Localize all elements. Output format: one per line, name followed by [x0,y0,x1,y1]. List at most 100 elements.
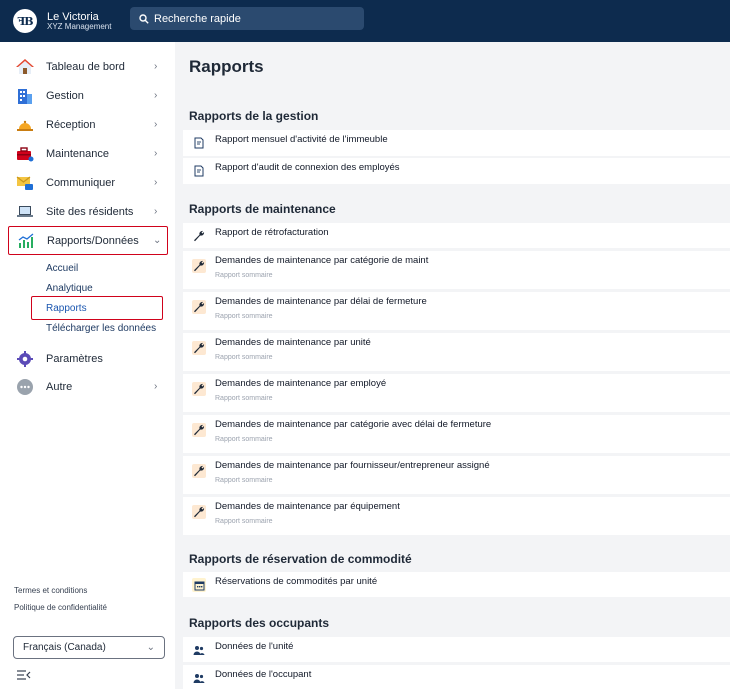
report-title: Demandes de maintenance par catégorie av… [215,419,492,430]
sidebar-item-site-residents[interactable]: Site des résidents › [8,198,168,225]
sidebar-item-label: Réception [46,118,96,131]
privacy-link[interactable]: Politique de confidentialité [14,603,107,612]
report-title: Réservations de commodités par unité [215,576,378,587]
language-select[interactable]: Français (Canada) ⌄ [13,636,165,659]
chart-icon [15,230,37,252]
report-title: Demandes de maintenance par unité [215,337,371,348]
report-subtitle: Rapport sommaire [215,436,273,443]
sidebar-item-reception[interactable]: Réception › [8,111,168,138]
sidebar-item-gestion[interactable]: Gestion › [8,82,168,109]
sidebar-item-label: Maintenance [46,147,109,160]
more-icon [14,376,36,398]
wrench-icon [192,259,206,273]
service-bell-icon [14,114,36,136]
report-row[interactable]: Données de l'occupant [183,665,730,689]
report-title: Données de l'unité [215,641,294,652]
language-value: Français (Canada) [23,642,106,653]
chevron-right-icon: › [154,90,158,101]
report-row[interactable]: Demandes de maintenance par fournisseur/… [183,456,730,494]
brand-subtitle: XYZ Management [47,21,112,31]
document-edit-icon [192,136,206,150]
terms-link[interactable]: Termes et conditions [14,586,87,595]
logo[interactable]: ꟻB [13,9,37,33]
toolbox-icon [14,143,36,165]
report-subtitle: Rapport sommaire [215,518,273,525]
report-row[interactable]: Demandes de maintenance par délai de fer… [183,292,730,330]
report-row[interactable]: Données de l'unité [183,637,730,662]
gear-icon [14,348,36,370]
section-title: Rapports de réservation de commodité [189,552,412,566]
subitem-rapports[interactable]: Rapports [31,296,163,320]
report-subtitle: Rapport sommaire [215,272,273,279]
report-subtitle: Rapport sommaire [215,354,273,361]
chevron-right-icon: › [154,381,158,392]
report-row[interactable]: Rapport d'audit de connexion des employé… [183,158,730,184]
sidebar-item-label: Autre [46,380,73,393]
chevron-right-icon: › [154,206,158,217]
laptop-icon [14,201,36,223]
wrench-icon [192,341,206,355]
sidebar-item-rapports[interactable]: Rapports/Données ⌄ [8,226,168,255]
wrench-icon [192,382,206,396]
report-title: Demandes de maintenance par catégorie de… [215,255,429,266]
section-title: Rapports des occupants [189,616,330,630]
search-placeholder: Recherche rapide [154,12,241,25]
report-row[interactable]: Réservations de commodités par unité [183,572,730,597]
report-title: Demandes de maintenance par employé [215,378,387,389]
search-icon [139,13,149,24]
report-row[interactable]: Rapport de rétrofacturation [183,223,730,248]
wrench-icon [192,229,206,243]
report-subtitle: Rapport sommaire [215,477,273,484]
sidebar-item-label: Rapports/Données [47,234,139,247]
main-content: Rapports Rapports de la gestion Rapport … [175,42,730,689]
sidebar-item-label: Communiquer [46,176,116,189]
sidebar-item-label: Paramètres [46,352,103,365]
sidebar-item-label: Gestion [46,89,84,102]
brand[interactable]: Le Victoria XYZ Management [47,11,111,32]
report-row[interactable]: Demandes de maintenance par employé Rapp… [183,374,730,412]
sidebar-item-maintenance[interactable]: Maintenance › [8,140,168,167]
page-title: Rapports [189,57,264,76]
search-input[interactable]: Recherche rapide [130,7,364,30]
subitem-analytique[interactable]: Analytique [46,283,93,294]
sidebar: Tableau de bord › Gestion › Réception › … [0,42,175,689]
wrench-icon [192,464,206,478]
people-icon [192,643,206,657]
chevron-right-icon: › [154,148,158,159]
sidebar-item-autre[interactable]: Autre › [8,373,168,400]
report-row[interactable]: Rapport mensuel d'activité de l'immeuble [183,130,730,156]
report-title: Rapport d'audit de connexion des employé… [215,162,400,173]
sidebar-item-parametres[interactable]: Paramètres [8,345,168,372]
section-title: Rapports de la gestion [189,109,319,123]
chevron-down-icon: ⌄ [146,642,155,653]
brand-name: Le Victoria [47,10,99,23]
subitem-accueil[interactable]: Accueil [46,263,78,274]
report-title: Demandes de maintenance par équipement [215,501,400,512]
building-icon [14,85,36,107]
report-title: Demandes de maintenance par délai de fer… [215,296,427,307]
section-title: Rapports de maintenance [189,202,336,216]
report-title: Demandes de maintenance par fournisseur/… [215,460,490,471]
report-title: Données de l'occupant [215,669,312,680]
people-icon [192,671,206,685]
subitem-telecharger-donnees[interactable]: Télécharger les données [46,323,156,334]
chevron-down-icon: ⌄ [153,235,162,246]
sidebar-item-label: Tableau de bord [46,60,125,73]
house-icon [14,56,36,78]
envelope-chat-icon [14,172,36,194]
chevron-right-icon: › [154,177,158,188]
sidebar-item-label: Site des résidents [46,205,134,218]
report-subtitle: Rapport sommaire [215,395,273,402]
report-row[interactable]: Demandes de maintenance par catégorie av… [183,415,730,453]
sidebar-item-communiquer[interactable]: Communiquer › [8,169,168,196]
wrench-icon [192,300,206,314]
chevron-right-icon: › [154,61,158,72]
report-title: Rapport mensuel d'activité de l'immeuble [215,134,388,145]
collapse-menu-icon[interactable] [17,669,31,681]
wrench-icon [192,505,206,519]
chevron-right-icon: › [154,119,158,130]
report-row[interactable]: Demandes de maintenance par catégorie de… [183,251,730,289]
sidebar-item-dashboard[interactable]: Tableau de bord › [8,53,168,80]
report-row[interactable]: Demandes de maintenance par unité Rappor… [183,333,730,371]
report-row[interactable]: Demandes de maintenance par équipement R… [183,497,730,535]
